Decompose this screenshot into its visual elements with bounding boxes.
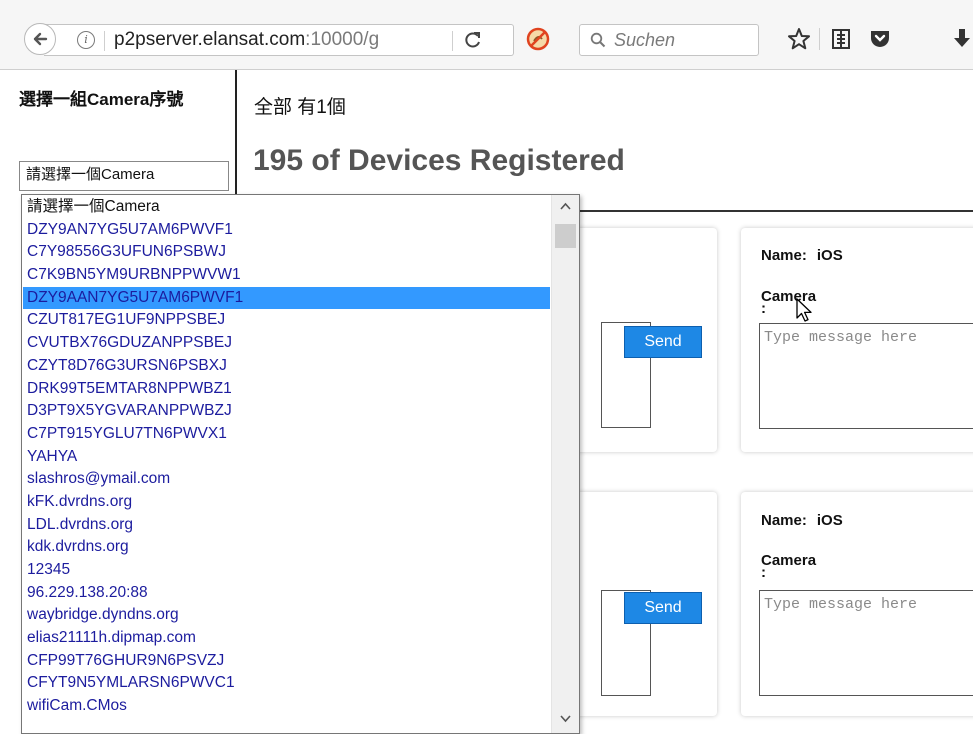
back-arrow-icon <box>33 32 48 46</box>
mouse-cursor-icon <box>796 298 812 322</box>
dropdown-option[interactable]: DZY9AN7YG5U7AM6PWVF1 <box>23 219 550 242</box>
url-path: :10000/g <box>305 29 380 50</box>
reader-list-icon[interactable] <box>830 27 852 51</box>
dropdown-option[interactable]: 96.229.138.20:88 <box>23 582 550 605</box>
search-icon <box>590 32 606 48</box>
dropdown-option[interactable]: slashros@ymail.com <box>23 468 550 491</box>
camera-select[interactable]: 請選擇一個Camera <box>19 161 229 191</box>
scrollbar-thumb[interactable] <box>555 224 576 248</box>
dropdown-option[interactable]: kFK.dvrdns.org <box>23 491 550 514</box>
scroll-down-icon[interactable] <box>560 715 571 723</box>
dropdown-option[interactable]: C7PT915YGLU7TN6PWVX1 <box>23 423 550 446</box>
dropdown-option[interactable]: 12345 <box>23 559 550 582</box>
option-list: 請選擇一個Camera DZY9AN7YG5U7AM6PWVF1 C7Y98556G… <box>23 196 550 718</box>
search-placeholder: Suchen <box>614 30 676 50</box>
page-title: 195 of Devices Registered <box>253 144 625 177</box>
toolbar-divider <box>819 28 820 50</box>
dropdown-option[interactable]: CVUTBX76GDUZANPPSBEJ <box>23 332 550 355</box>
url-host: p2pserver.elansat.com <box>114 29 306 50</box>
url-divider <box>452 31 453 51</box>
camera-colon: : <box>761 300 766 317</box>
message-textarea[interactable]: Type message here <box>759 323 973 429</box>
device-count-text: 全部 有1個 <box>254 97 346 118</box>
dropdown-option-highlighted[interactable]: DZY9AAN7YG5U7AM6PWVF1 <box>23 286 550 310</box>
star-icon[interactable] <box>787 27 811 51</box>
name-label: Name: <box>761 512 807 529</box>
download-icon[interactable] <box>951 27 973 51</box>
device-name: Name: iOS <box>761 512 843 529</box>
dropdown-option[interactable]: D3PT9X5YGVARANPPWBZJ <box>23 400 550 423</box>
dropdown-option[interactable]: CZYT8D76G3URSN6PSBXJ <box>23 355 550 378</box>
send-button[interactable]: Send <box>624 326 702 358</box>
camera-colon: : <box>761 564 766 581</box>
send-button[interactable]: Send <box>624 592 702 624</box>
device-card: Name: iOS Camera : Type message here <box>741 228 973 452</box>
search-box[interactable]: Suchen <box>579 24 759 56</box>
browser-toolbar: i p2pserver.elansat.com:10000/g Suchen <box>0 0 973 70</box>
dropdown-option[interactable]: C7Y98556G3UFUN6PSBWJ <box>23 241 550 264</box>
noscript-icon[interactable] <box>525 26 551 52</box>
dropdown-option[interactable]: LDL.dvrdns.org <box>23 514 550 537</box>
dropdown-scrollbar[interactable] <box>551 195 579 733</box>
reload-icon[interactable] <box>463 30 483 50</box>
pocket-icon[interactable] <box>868 27 892 51</box>
back-button[interactable] <box>24 23 56 55</box>
camera-label: Camera <box>761 552 817 569</box>
scroll-up-icon[interactable] <box>560 202 571 210</box>
sidebar-title: 選擇一組Camera序號 <box>19 90 184 109</box>
dropdown-option[interactable]: DRK99T5EMTAR8NPPWBZ1 <box>23 378 550 401</box>
dropdown-option[interactable]: C7K9BN5YM9URBNPPWVW1 <box>23 264 550 287</box>
device-card: Name: iOS Camera : Type message here <box>741 492 973 716</box>
url-divider <box>104 31 105 51</box>
dropdown-option[interactable]: kdk.dvrdns.org <box>23 536 550 559</box>
name-label: Name: <box>761 247 807 264</box>
dropdown-option[interactable]: CFYT9N5YMLARSN6PWVC1 <box>23 672 550 695</box>
url-bar[interactable]: i p2pserver.elansat.com:10000/g <box>44 24 514 56</box>
dropdown-option[interactable]: waybridge.dyndns.org <box>23 604 550 627</box>
dropdown-option[interactable]: wifiCam.CMos <box>23 695 550 718</box>
info-icon[interactable]: i <box>77 31 95 49</box>
dropdown-option[interactable]: YAHYA <box>23 446 550 469</box>
dropdown-option[interactable]: elias21111h.dipmap.com <box>23 627 550 650</box>
name-value: iOS <box>816 512 843 529</box>
dropdown-option[interactable]: 請選擇一個Camera <box>23 196 550 219</box>
name-value: iOS <box>816 247 843 264</box>
device-name: Name: iOS <box>761 247 843 264</box>
url-text[interactable]: p2pserver.elansat.com:10000/g <box>114 29 424 51</box>
dropdown-option[interactable]: CZUT817EG1UF9NPPSBEJ <box>23 309 550 332</box>
camera-dropdown-list[interactable]: 請選擇一個Camera DZY9AN7YG5U7AM6PWVF1 C7Y98556G… <box>21 194 580 734</box>
message-textarea[interactable]: Type message here <box>759 590 973 696</box>
dropdown-option[interactable]: CFP99T76GHUR9N6PSVZJ <box>23 650 550 673</box>
